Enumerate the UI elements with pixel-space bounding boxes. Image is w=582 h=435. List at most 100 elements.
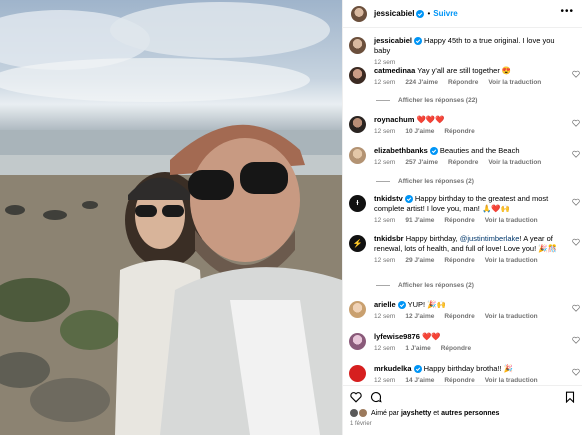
bookmark-icon[interactable]: [564, 391, 576, 403]
comment-likes[interactable]: 257 J'aime: [405, 159, 438, 166]
reply-button[interactable]: Répondre: [444, 217, 474, 224]
heart-icon[interactable]: [572, 238, 580, 246]
commenter-avatar[interactable]: [349, 67, 366, 84]
separator-dot: •: [427, 9, 431, 18]
caption-time: 12 sem: [374, 59, 396, 66]
comment-likes[interactable]: 14 J'aime: [405, 377, 434, 384]
author-avatar[interactable]: [349, 37, 366, 54]
verified-badge-icon: [429, 147, 438, 156]
heart-icon[interactable]: [572, 304, 580, 312]
post-actions: Aimé par jayshetty et autres personnes 1…: [343, 385, 582, 435]
comment-username[interactable]: lyfewise9876: [374, 332, 420, 341]
comment-likes[interactable]: 29 J'aime: [405, 257, 434, 264]
post-sidebar: jessicabiel • Suivre ••• jessicabiel Hap…: [342, 0, 582, 435]
avatar-initials: ⚡: [352, 239, 363, 248]
heart-icon[interactable]: [572, 368, 580, 376]
commenter-avatar[interactable]: ⚡: [349, 235, 366, 252]
commenter-avatar[interactable]: Ɨ: [349, 195, 366, 212]
comment-time: 12 sem: [374, 217, 396, 224]
heart-icon[interactable]: [572, 150, 580, 158]
heart-icon[interactable]: [572, 336, 580, 344]
liked-by-and: et: [433, 409, 440, 417]
comment-likes[interactable]: 224 J'aime: [405, 79, 438, 86]
mention-link[interactable]: @justintimberlake: [460, 234, 520, 243]
liked-by-user[interactable]: jayshetty: [401, 410, 431, 417]
comments-list: jessicabiel Happy 45th to a true origina…: [343, 28, 582, 385]
heart-icon[interactable]: [572, 198, 580, 206]
comment-time: 12 sem: [374, 257, 396, 264]
liked-by: Aimé par jayshetty et autres personnes: [350, 409, 499, 417]
heart-icon[interactable]: [572, 70, 580, 78]
follow-button[interactable]: Suivre: [433, 9, 457, 18]
heart-icon[interactable]: [350, 391, 362, 403]
liker-avatar[interactable]: [359, 409, 367, 417]
heart-icon[interactable]: [572, 119, 580, 127]
comment-username[interactable]: roynachum: [374, 115, 414, 124]
comment-text: YUP! 🎉🙌: [407, 300, 446, 309]
comment-item: roynachum ❤️❤️❤️ 12 sem 10 J'aime Répondre: [349, 115, 575, 135]
post-photo: [0, 0, 342, 435]
more-options-icon[interactable]: •••: [560, 7, 574, 17]
comment-likes[interactable]: 1 J'aime: [405, 345, 430, 352]
commenter-avatar[interactable]: [349, 116, 366, 133]
comment-username[interactable]: catmedinaa: [374, 66, 415, 75]
reply-button[interactable]: Répondre: [444, 313, 474, 320]
comment-time: 12 sem: [374, 128, 396, 135]
caption-username[interactable]: jessicabiel: [374, 36, 412, 45]
comment-likes[interactable]: 91 J'aime: [405, 217, 434, 224]
comment-text: ❤️❤️❤️: [416, 115, 445, 124]
liked-by-others[interactable]: autres personnes: [441, 410, 499, 417]
reply-button[interactable]: Répondre: [448, 159, 478, 166]
show-replies-button[interactable]: Afficher les réponses (22): [376, 97, 477, 104]
comment-likes[interactable]: 10 J'aime: [405, 128, 434, 135]
comment-time: 12 sem: [374, 345, 396, 352]
avatar-initials: Ɨ: [356, 200, 359, 207]
reply-button[interactable]: Répondre: [441, 345, 471, 352]
liked-by-prefix: Aimé par: [371, 409, 400, 417]
comment-username[interactable]: mrkudelka: [374, 364, 412, 373]
translate-link[interactable]: Voir la traduction: [488, 79, 541, 86]
replies-divider: [376, 100, 390, 101]
reply-button[interactable]: Répondre: [444, 257, 474, 264]
liker-avatar[interactable]: [350, 409, 358, 417]
comment-username[interactable]: tnkidstv: [374, 194, 403, 203]
translate-link[interactable]: Voir la traduction: [485, 313, 538, 320]
reply-button[interactable]: Répondre: [444, 377, 474, 384]
comment-item: elizabethbanks Beauties and the Beach 12…: [349, 146, 575, 166]
show-replies-button[interactable]: Afficher les réponses (2): [376, 282, 474, 289]
show-replies-button[interactable]: Afficher les réponses (2): [376, 178, 474, 185]
comment-icon[interactable]: [370, 391, 382, 403]
comment-time: 12 sem: [374, 313, 396, 320]
reply-button[interactable]: Répondre: [444, 128, 474, 135]
selfie-beach-image: [0, 2, 342, 435]
translate-link[interactable]: Voir la traduction: [485, 377, 538, 384]
translate-link[interactable]: Voir la traduction: [485, 217, 538, 224]
translate-link[interactable]: Voir la traduction: [488, 159, 541, 166]
post-date[interactable]: 1 février: [350, 421, 372, 427]
comment-item: ⚡ tnkidsbr Happy birthday, @justintimber…: [349, 234, 575, 264]
verified-badge-icon: [413, 365, 422, 374]
comment-likes[interactable]: 12 J'aime: [405, 313, 434, 320]
comment-item: catmedinaa Yay y'all are still together …: [349, 66, 575, 86]
post-header: jessicabiel • Suivre •••: [343, 0, 582, 28]
commenter-avatar[interactable]: [349, 365, 366, 382]
comment-username[interactable]: arielle: [374, 300, 396, 309]
author-avatar[interactable]: [351, 5, 367, 22]
translate-link[interactable]: Voir la traduction: [485, 257, 538, 264]
comment-username[interactable]: tnkidsbr: [374, 234, 404, 243]
comment-time: 12 sem: [374, 79, 396, 86]
replies-divider: [376, 181, 390, 182]
replies-label: Afficher les réponses (2): [398, 282, 474, 289]
reply-button[interactable]: Répondre: [448, 79, 478, 86]
author-username[interactable]: jessicabiel: [374, 9, 414, 18]
verified-badge-icon: [404, 195, 413, 204]
verified-badge-icon: [397, 301, 406, 310]
commenter-avatar[interactable]: [349, 147, 366, 164]
replies-divider: [376, 285, 390, 286]
commenter-avatar[interactable]: [349, 301, 366, 318]
comment-item: lyfewise9876 ❤️❤️ 12 sem 1 J'aime Répondre: [349, 332, 575, 352]
commenter-avatar[interactable]: [349, 333, 366, 350]
comment-text: Happy birthday brotha!! 🎉: [423, 364, 514, 373]
comment-username[interactable]: elizabethbanks: [374, 146, 428, 155]
post-caption: jessicabiel Happy 45th to a true origina…: [349, 36, 575, 66]
